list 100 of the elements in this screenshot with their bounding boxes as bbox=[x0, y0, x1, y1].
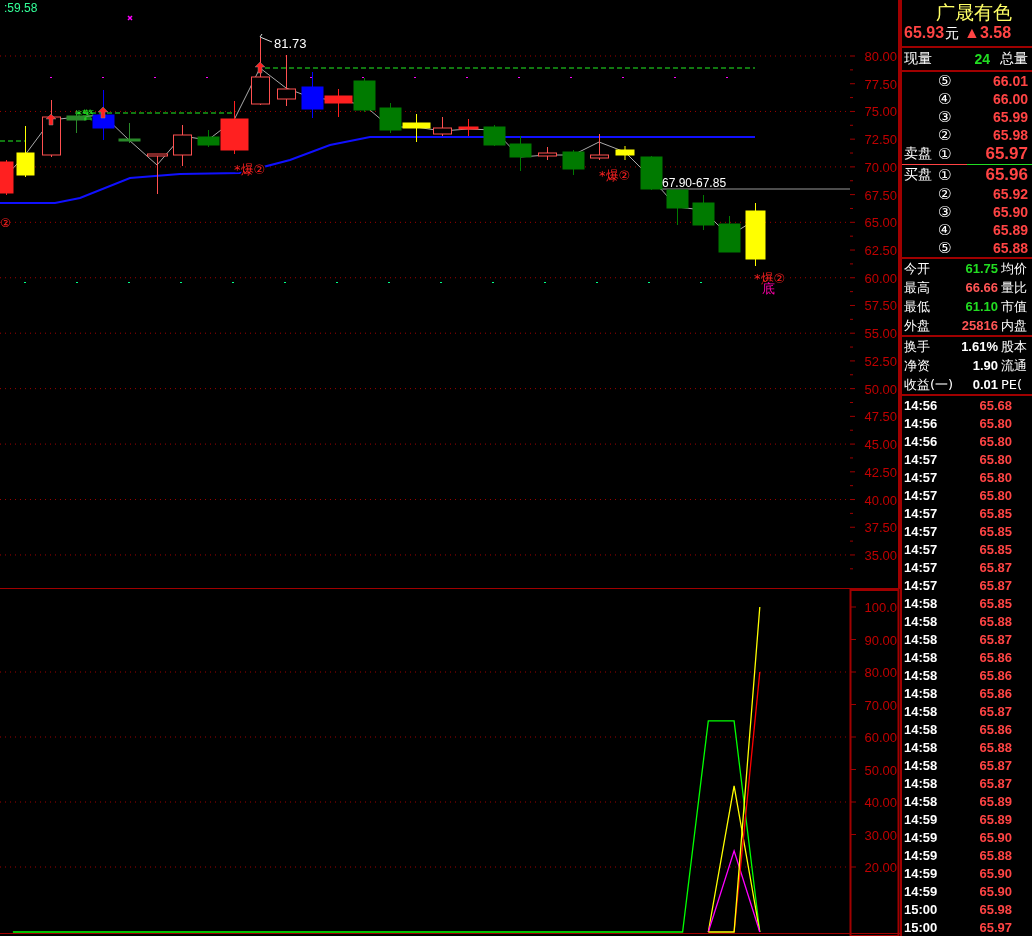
trade-price: 65.87 bbox=[979, 577, 1012, 593]
trade-price: 65.98 bbox=[979, 901, 1012, 917]
trade-price: 65.89 bbox=[979, 793, 1012, 809]
stat-label: 内盘 bbox=[1001, 316, 1028, 335]
trade-price: 65.90 bbox=[979, 865, 1012, 881]
trade-time: 14:58 bbox=[904, 757, 938, 773]
trade-price: 65.86 bbox=[979, 685, 1012, 701]
trade-time: 14:59 bbox=[904, 847, 938, 863]
price-axis-label: 60.00 bbox=[864, 270, 897, 286]
level-marker: ② bbox=[938, 126, 953, 144]
high-price-label: 81.73 bbox=[274, 36, 307, 51]
trade-price: 65.86 bbox=[979, 667, 1012, 683]
stat-label: 收益(一) bbox=[904, 375, 955, 394]
trade-time: 14:58 bbox=[904, 793, 938, 809]
order-price: 65.96 bbox=[984, 165, 1028, 185]
trade-time: 14:56 bbox=[904, 433, 938, 449]
trade-price: 65.87 bbox=[979, 703, 1012, 719]
trade-time: 14:58 bbox=[904, 703, 938, 719]
stat-label: 股本 bbox=[1001, 337, 1028, 356]
trade-time: 14:58 bbox=[904, 721, 938, 737]
indicator-axis-label: 20.00 bbox=[864, 860, 897, 875]
level-marker: ③ bbox=[938, 108, 953, 126]
price-axis-label: 57.50 bbox=[864, 298, 897, 314]
trade-price: 65.97 bbox=[979, 919, 1012, 935]
stat-label: 最高 bbox=[904, 278, 931, 297]
trade-time: 14:58 bbox=[904, 739, 938, 755]
stat-label: 外盘 bbox=[904, 316, 931, 335]
trade-price: 65.80 bbox=[979, 415, 1012, 431]
trade-price: 65.86 bbox=[979, 721, 1012, 737]
stat-value: 1.90 bbox=[971, 358, 998, 373]
price-change: ▲3.58 bbox=[964, 24, 1012, 42]
order-price: 65.92 bbox=[991, 186, 1028, 202]
stat-label: 市值 bbox=[1001, 297, 1028, 316]
signal-mark: ② bbox=[0, 216, 11, 230]
trade-time: 14:57 bbox=[904, 523, 938, 539]
stat-label: PE( bbox=[1001, 377, 1024, 392]
trade-price: 65.88 bbox=[979, 739, 1012, 755]
price-axis-label: 75.00 bbox=[864, 104, 897, 120]
trade-time: 14:57 bbox=[904, 451, 938, 467]
currency-unit: 元 bbox=[945, 25, 960, 43]
total-volume-label: 总量 bbox=[999, 50, 1028, 68]
trade-price: 65.80 bbox=[979, 433, 1012, 449]
trade-time: 15:00 bbox=[904, 901, 938, 917]
level-marker: ④ bbox=[938, 90, 953, 108]
price-axis-label: 70.00 bbox=[864, 159, 897, 175]
indicator-axis-label: 40.00 bbox=[864, 795, 897, 810]
indicator-axis-label: 50.00 bbox=[864, 762, 897, 778]
trade-time: 14:59 bbox=[904, 883, 938, 899]
trade-price: 65.89 bbox=[979, 811, 1012, 827]
order-price: 65.99 bbox=[991, 109, 1028, 125]
stat-label: 今开 bbox=[904, 259, 931, 278]
stat-value: 0.01 bbox=[971, 377, 998, 392]
stat-label: 净资 bbox=[904, 356, 931, 375]
indicator-axis-label: 30.00 bbox=[864, 827, 897, 843]
trade-time: 14:58 bbox=[904, 775, 938, 791]
order-price: 66.00 bbox=[991, 91, 1028, 107]
price-axis-label: 52.50 bbox=[864, 353, 897, 369]
price-axis-label: 55.00 bbox=[864, 326, 897, 342]
stat-value: 25816 bbox=[960, 318, 998, 333]
order-price: 65.97 bbox=[984, 144, 1028, 164]
trade-time: 14:58 bbox=[904, 595, 938, 611]
order-side-label: 卖盘 bbox=[904, 145, 933, 163]
trade-price: 65.88 bbox=[979, 847, 1012, 863]
level-marker: ③ bbox=[938, 203, 953, 221]
indicator-value: :59.58 bbox=[4, 1, 38, 15]
price-range-label: 67.90-67.85 bbox=[662, 176, 727, 190]
trade-time: 14:57 bbox=[904, 577, 938, 593]
price-axis-label: 35.00 bbox=[864, 547, 897, 563]
trade-time: 14:57 bbox=[904, 559, 938, 575]
stock-name: 广晟有色 bbox=[935, 0, 1013, 24]
stat-value: 61.75 bbox=[964, 261, 998, 276]
order-price: 65.98 bbox=[991, 127, 1028, 143]
trade-price: 65.87 bbox=[979, 559, 1012, 575]
price-axis-label: 50.00 bbox=[864, 381, 897, 397]
price-axis-label: 65.00 bbox=[864, 215, 897, 231]
trade-time: 14:56 bbox=[904, 397, 938, 413]
trade-time: 14:58 bbox=[904, 613, 938, 629]
level-marker: ④ bbox=[938, 221, 953, 239]
trade-price: 65.80 bbox=[979, 469, 1012, 485]
price-axis-label: 47.50 bbox=[864, 409, 897, 425]
price-axis-label: 37.50 bbox=[864, 520, 897, 536]
indicator-axis-label: 90.00 bbox=[864, 632, 897, 648]
stat-label: 流通 bbox=[1001, 356, 1028, 375]
trade-time: 14:58 bbox=[904, 631, 938, 647]
warning-signal: *警 bbox=[76, 108, 94, 122]
level-marker: ② bbox=[938, 185, 953, 203]
level-marker: ⑤ bbox=[938, 239, 953, 257]
indicator-axis-label: 80.00 bbox=[864, 665, 897, 680]
trade-time: 14:56 bbox=[904, 415, 938, 431]
trade-price: 65.85 bbox=[979, 595, 1012, 611]
price-axis-label: 80.00 bbox=[864, 49, 897, 64]
order-price: 65.90 bbox=[991, 204, 1028, 220]
trade-time: 14:58 bbox=[904, 649, 938, 665]
trade-price: 65.86 bbox=[979, 649, 1012, 665]
trade-price: 65.80 bbox=[979, 487, 1012, 503]
trade-time: 14:58 bbox=[904, 667, 938, 683]
price-axis-label: 77.50 bbox=[864, 76, 897, 92]
indicator-axis-label: 100.0 bbox=[864, 600, 897, 615]
last-price: 65.93 bbox=[904, 24, 945, 42]
volume-label: 现量 bbox=[904, 50, 933, 68]
